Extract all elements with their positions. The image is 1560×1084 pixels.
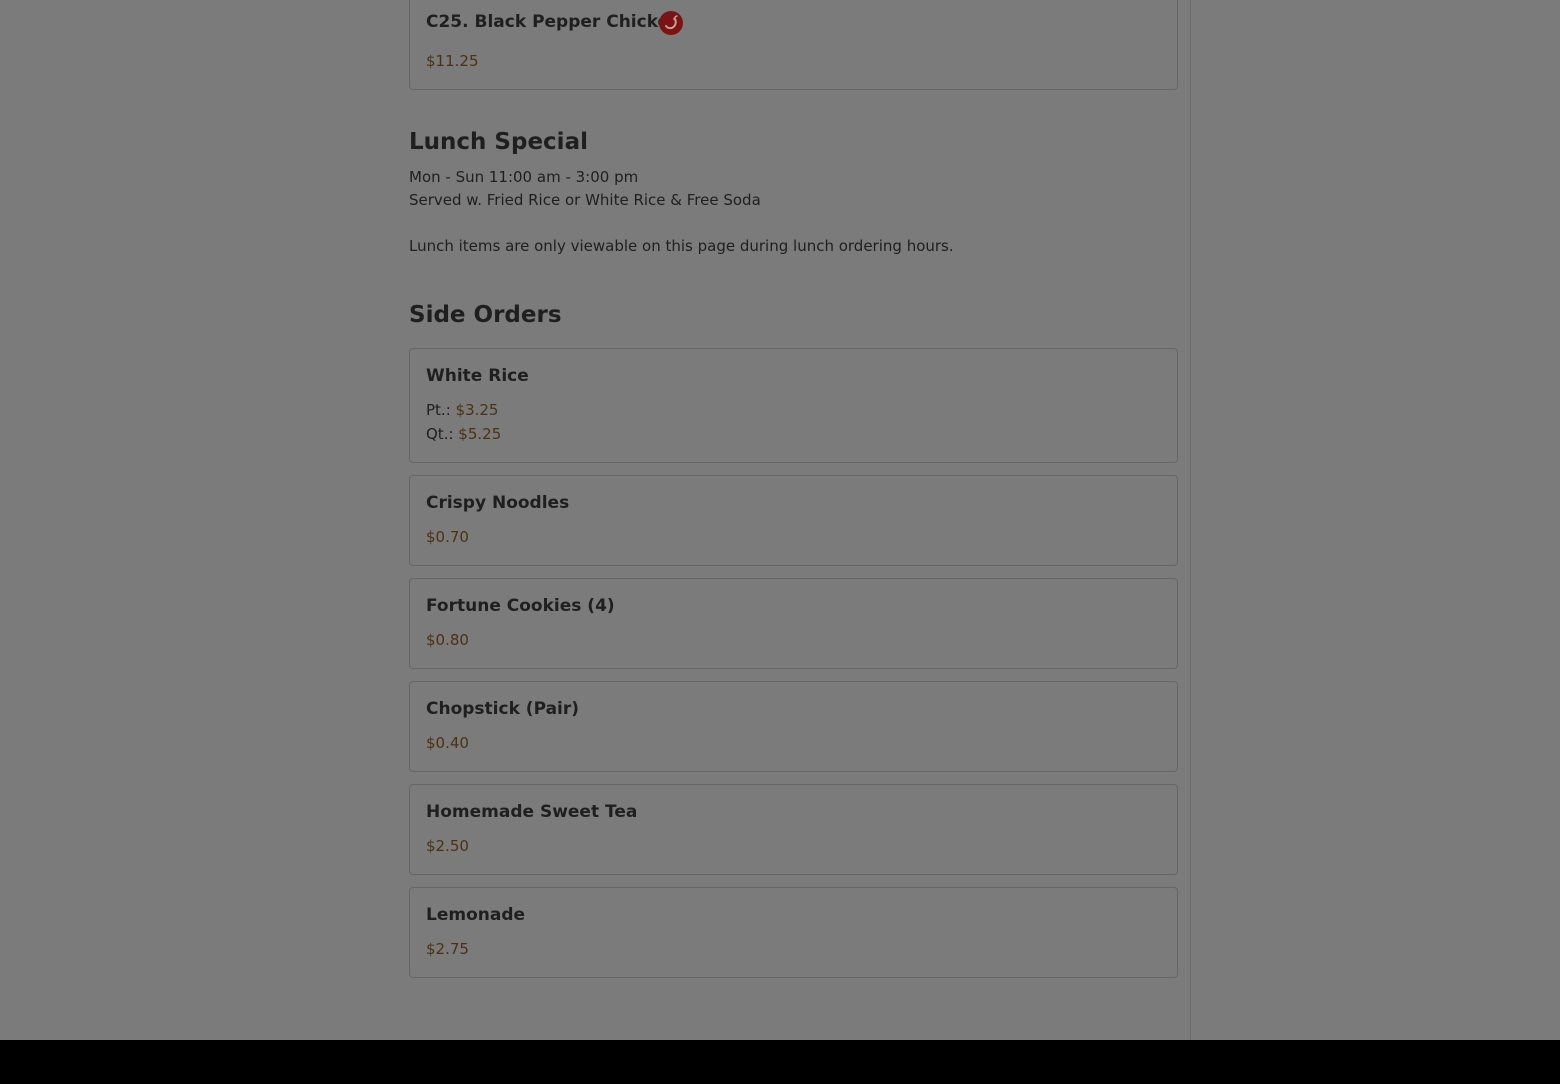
footer-bar: [0, 1040, 1560, 1084]
menu-item-name: Fortune Cookies (4): [426, 596, 615, 616]
menu-item-price: $0.80: [426, 631, 469, 649]
menu-item-card[interactable]: Fortune Cookies (4) $0.80: [409, 578, 1178, 669]
menu-item-card[interactable]: Lemonade $2.75: [409, 887, 1178, 978]
menu-item-price: $0.40: [426, 734, 469, 752]
menu-item-price: $0.70: [426, 528, 469, 546]
size-label: Pt.:: [426, 401, 451, 419]
page: C25. Black Pepper Chicken $11.25 Lunch S…: [0, 0, 1560, 1084]
chili-pepper-icon: [659, 11, 683, 35]
menu-item-card-white-rice[interactable]: White Rice Pt.: $3.25 Qt.: $5.25: [409, 348, 1178, 463]
size-label: Qt.:: [426, 425, 454, 443]
menu-item-name: White Rice: [426, 366, 529, 386]
menu-item-price: $2.75: [426, 940, 469, 958]
menu-item-card[interactable]: Crispy Noodles $0.70: [409, 475, 1178, 566]
menu-item-price: $11.25: [426, 52, 479, 70]
menu-item-name: Homemade Sweet Tea: [426, 802, 638, 822]
price-value: $3.25: [455, 401, 499, 419]
lunch-served-note: Served w. Fried Rice or White Rice & Fre…: [409, 191, 761, 209]
menu-item-price-quart: Qt.: $5.25: [426, 425, 501, 443]
menu-item-name: Crispy Noodles: [426, 493, 570, 513]
lunch-hours: Mon - Sun 11:00 am - 3:00 pm: [409, 168, 639, 186]
section-title-side-orders: Side Orders: [409, 302, 562, 328]
lunch-availability-note: Lunch items are only viewable on this pa…: [409, 237, 954, 255]
menu-item-card[interactable]: Homemade Sweet Tea $2.50: [409, 784, 1178, 875]
price-value: $5.25: [458, 425, 502, 443]
menu-item-name: Chopstick (Pair): [426, 699, 580, 719]
menu-item-price: $2.50: [426, 837, 469, 855]
column-divider: [1190, 0, 1191, 1040]
section-title-lunch: Lunch Special: [409, 129, 588, 155]
menu-item-card[interactable]: C25. Black Pepper Chicken $11.25: [409, 0, 1178, 90]
menu-item-name: Lemonade: [426, 905, 526, 925]
menu-item-name: C25. Black Pepper Chicken: [426, 12, 682, 32]
menu-item-card[interactable]: Chopstick (Pair) $0.40: [409, 681, 1178, 772]
menu-item-price-pint: Pt.: $3.25: [426, 401, 498, 419]
